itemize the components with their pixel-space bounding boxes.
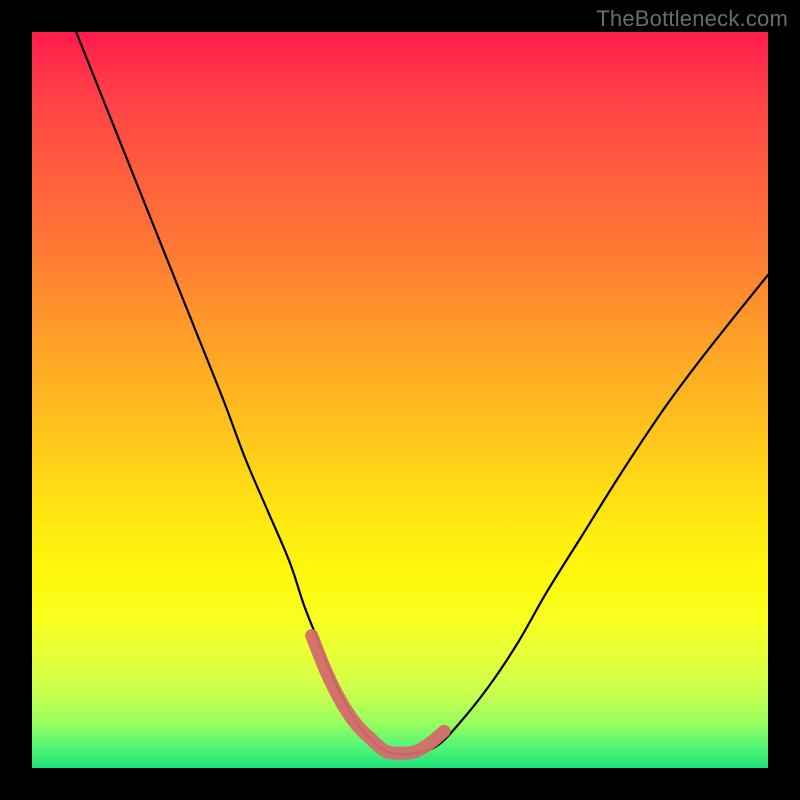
watermark-text: TheBottleneck.com bbox=[596, 6, 788, 32]
chart-frame: TheBottleneck.com bbox=[0, 0, 800, 800]
optimal-range-highlight bbox=[312, 636, 444, 754]
bottleneck-curve bbox=[76, 32, 768, 754]
chart-svg bbox=[32, 32, 768, 768]
plot-area bbox=[32, 32, 768, 768]
